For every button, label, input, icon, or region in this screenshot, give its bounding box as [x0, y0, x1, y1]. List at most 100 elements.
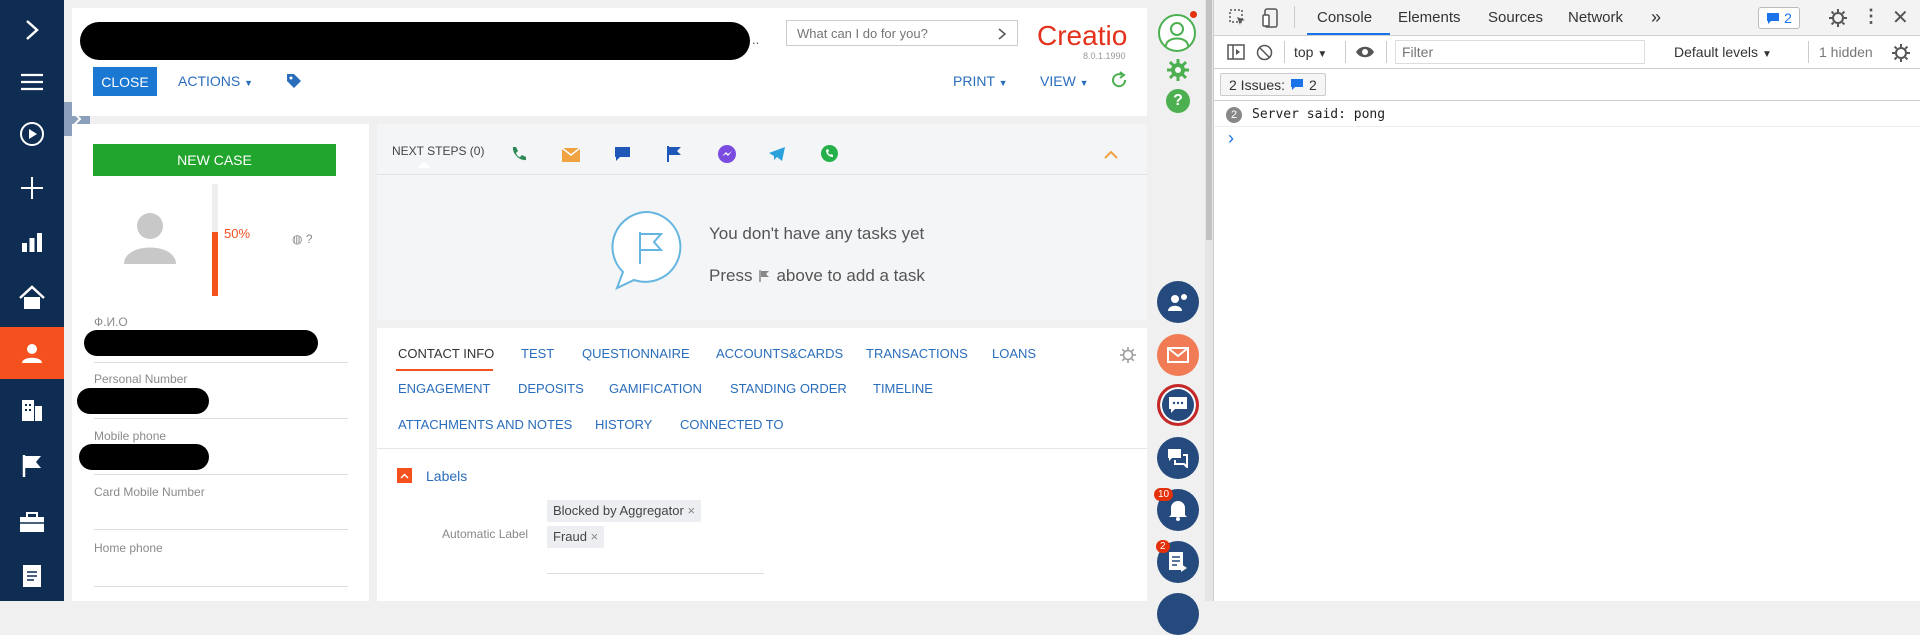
- accounts-button[interactable]: [0, 384, 64, 436]
- tasks-button[interactable]: [0, 440, 64, 492]
- tab-accounts-cards[interactable]: ACCOUNTS&CARDS: [716, 346, 843, 361]
- tab-attachments-notes[interactable]: ATTACHMENTS AND NOTES: [398, 417, 572, 432]
- empty-tasks-press: Press: [709, 266, 753, 285]
- context-select[interactable]: top ▼: [1294, 44, 1327, 60]
- flag-icon: [759, 270, 770, 282]
- search-input[interactable]: [786, 20, 1018, 46]
- field-label-card-mobile-number: Card Mobile Number: [94, 485, 205, 499]
- caret-down-icon: ▼: [244, 78, 254, 88]
- tab-test[interactable]: TEST: [521, 346, 554, 361]
- collapse-icon[interactable]: [1104, 150, 1118, 160]
- messages-icon: [1168, 449, 1188, 468]
- tab-history[interactable]: HISTORY: [595, 417, 652, 432]
- tab-questionnaire[interactable]: QUESTIONNAIRE: [582, 346, 690, 361]
- tab-sources[interactable]: Sources: [1488, 9, 1543, 26]
- documents-button[interactable]: [0, 550, 64, 602]
- labels-section-title[interactable]: Labels: [426, 468, 467, 484]
- clear-console-icon[interactable]: [1256, 44, 1273, 61]
- tab-timeline[interactable]: TIMELINE: [873, 381, 933, 396]
- field-divider: [94, 474, 348, 475]
- toolbar-separator: [1386, 41, 1387, 63]
- process-button[interactable]: [0, 108, 64, 160]
- sidebar-toggle-icon[interactable]: [1227, 44, 1245, 60]
- chat-icon[interactable]: [614, 146, 631, 163]
- toolbar-separator: [1808, 41, 1809, 63]
- tab-connected-to[interactable]: CONNECTED TO: [680, 417, 784, 432]
- view-button[interactable]: VIEW ▼: [1040, 73, 1089, 89]
- plus-icon: [21, 177, 43, 199]
- user-avatar[interactable]: [1158, 14, 1196, 52]
- close-devtools-icon[interactable]: ✕: [1892, 5, 1909, 30]
- tab-deposits[interactable]: DEPOSITS: [518, 381, 584, 396]
- chat-button[interactable]: [1157, 384, 1199, 426]
- phone-icon[interactable]: [510, 145, 528, 163]
- issues-counter-button[interactable]: 2: [1758, 7, 1800, 29]
- more-button[interactable]: [1157, 593, 1199, 635]
- tab-elements[interactable]: Elements: [1398, 9, 1461, 26]
- redacted-full-name: [84, 330, 318, 356]
- detail-tabs-panel: CONTACT INFO TEST QUESTIONNAIRE ACCOUNTS…: [377, 328, 1147, 601]
- gear-icon[interactable]: [1120, 347, 1136, 363]
- field-label-full-name: Ф.И.О: [94, 315, 128, 329]
- console-prompt[interactable]: ›: [1228, 128, 1234, 149]
- page-scrollbar[interactable]: [1205, 0, 1213, 601]
- issues-counter-value: 2: [1784, 10, 1792, 26]
- globe-help[interactable]: ◍ ?: [292, 232, 313, 246]
- task-flag-bubble-icon: [611, 210, 682, 290]
- devtools-tabbar: Console Elements Sources Network » 2 ⋮ ✕: [1214, 0, 1920, 36]
- briefcase-icon: [20, 512, 44, 532]
- tab-loans[interactable]: LOANS: [992, 346, 1036, 361]
- telegram-icon[interactable]: [768, 146, 786, 162]
- notifications-count-badge: 10: [1154, 488, 1174, 501]
- new-case-button[interactable]: NEW CASE: [93, 144, 336, 176]
- close-button[interactable]: CLOSE: [93, 67, 157, 96]
- gear-icon[interactable]: [1892, 44, 1910, 62]
- kebab-menu-icon[interactable]: ⋮: [1862, 6, 1880, 27]
- eye-icon[interactable]: [1355, 45, 1375, 59]
- caret-down-icon: ▼: [1079, 78, 1089, 88]
- chat-agent-button[interactable]: [1157, 281, 1199, 323]
- actions-button[interactable]: ACTIONS ▼: [178, 73, 253, 89]
- print-button[interactable]: PRINT ▼: [953, 73, 1008, 89]
- labels-collapse-button[interactable]: [397, 468, 412, 483]
- label-tag: Fraud ×: [547, 526, 605, 548]
- add-button[interactable]: [0, 162, 64, 214]
- console-filter-input[interactable]: [1395, 40, 1645, 64]
- tab-network[interactable]: Network: [1568, 9, 1623, 26]
- contacts-button[interactable]: [0, 327, 64, 379]
- email-icon[interactable]: [562, 148, 580, 162]
- device-toolbar-icon[interactable]: [1262, 8, 1280, 28]
- cases-button[interactable]: [0, 496, 64, 548]
- inspect-icon[interactable]: [1229, 9, 1247, 27]
- analytics-button[interactable]: [0, 216, 64, 268]
- label-input-underline[interactable]: [547, 573, 764, 574]
- remove-tag-icon[interactable]: ×: [687, 503, 695, 518]
- messenger-icon[interactable]: [717, 144, 737, 164]
- tab-console[interactable]: Console: [1317, 9, 1372, 26]
- tab-standing-order[interactable]: STANDING ORDER: [730, 381, 847, 396]
- more-tabs-button[interactable]: »: [1651, 7, 1661, 28]
- help-icon[interactable]: ?: [1166, 89, 1190, 113]
- console-message[interactable]: Server said: pong: [1252, 107, 1385, 122]
- home-button[interactable]: [0, 272, 64, 324]
- tab-gamification[interactable]: GAMIFICATION: [609, 381, 702, 396]
- scrollbar-thumb[interactable]: [1206, 0, 1212, 240]
- tab-engagement[interactable]: ENGAGEMENT: [398, 381, 490, 396]
- log-levels-select[interactable]: Default levels ▼: [1674, 44, 1772, 60]
- hidden-count-label: 1 hidden: [1819, 44, 1873, 60]
- tab-contact-info[interactable]: CONTACT INFO: [398, 346, 494, 361]
- refresh-icon[interactable]: [1110, 71, 1128, 89]
- remove-tag-icon[interactable]: ×: [591, 529, 599, 544]
- flag-icon[interactable]: [666, 145, 682, 163]
- tab-transactions[interactable]: TRANSACTIONS: [866, 346, 968, 361]
- expand-nav-button[interactable]: [0, 4, 64, 56]
- messages-button[interactable]: [1157, 437, 1199, 479]
- tag-icon[interactable]: [286, 73, 302, 89]
- page-header: .. Creatio 8.0.1.1990 CLOSE ACTIONS ▼ PR…: [72, 8, 1147, 116]
- gear-icon[interactable]: [1829, 9, 1847, 27]
- email-button[interactable]: [1157, 334, 1199, 376]
- menu-button[interactable]: [0, 56, 64, 108]
- whatsapp-icon[interactable]: [820, 144, 839, 163]
- gear-icon[interactable]: [1166, 58, 1190, 82]
- issues-link[interactable]: 2 Issues: 2: [1220, 73, 1326, 96]
